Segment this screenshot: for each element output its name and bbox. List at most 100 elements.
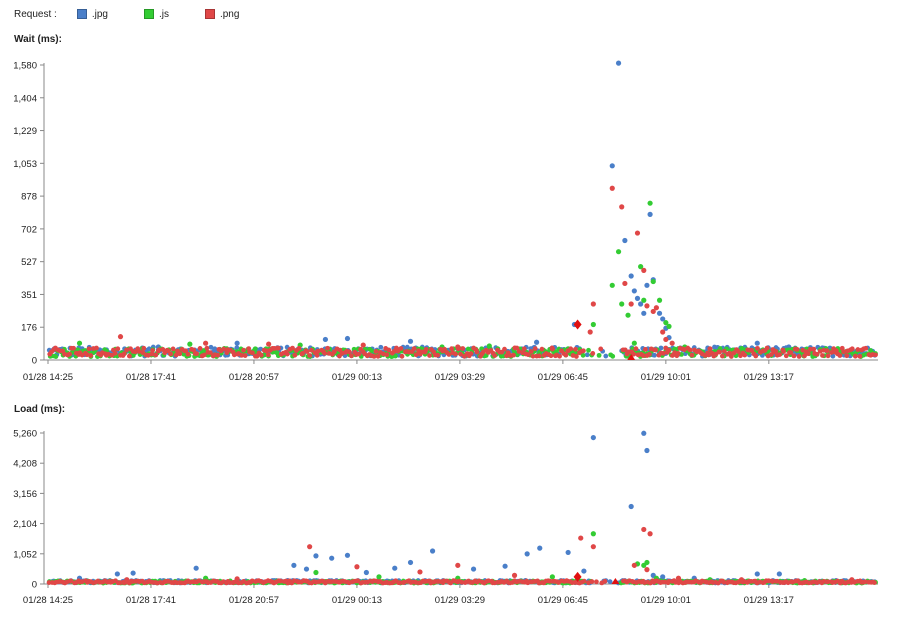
point-png [384, 352, 390, 358]
point-png [276, 345, 281, 351]
point-png [322, 350, 328, 356]
y-tick-label: 351 [21, 290, 37, 301]
point-png [675, 575, 682, 581]
point-js [590, 531, 596, 537]
point-jpg [429, 548, 436, 554]
y-tick-label: 1,053 [13, 159, 37, 170]
point-png [602, 578, 608, 584]
point-png [455, 344, 461, 350]
point-png [71, 345, 77, 351]
point-png [675, 351, 681, 356]
point-js [644, 559, 650, 566]
point-png [455, 562, 461, 568]
point-png [67, 351, 72, 357]
point-png [453, 351, 458, 357]
point-js [549, 574, 555, 580]
point-jpg [641, 430, 647, 436]
point-jpg [631, 288, 637, 294]
point-png [641, 526, 647, 533]
point-jpg [644, 447, 650, 454]
point-png [197, 345, 203, 351]
point-png [423, 346, 429, 352]
point-png [203, 340, 209, 346]
point-jpg [193, 565, 199, 571]
point-png [292, 352, 298, 358]
point-png [468, 351, 474, 356]
point-png [115, 346, 121, 352]
x-tick-label: 01/29 13:17 [744, 372, 794, 383]
point-png [653, 347, 659, 353]
point-png [474, 349, 480, 355]
point-png [873, 352, 878, 358]
point-png [872, 580, 877, 586]
y-tick-label: 5,260 [13, 429, 37, 440]
point-png [755, 345, 760, 351]
point-jpg [291, 562, 297, 568]
point-js [631, 340, 637, 346]
point-png [770, 347, 776, 353]
point-jpg [603, 353, 609, 359]
point-js [619, 301, 625, 307]
point-jpg [615, 60, 622, 66]
point-png [307, 353, 313, 358]
point-jpg [590, 434, 596, 441]
point-jpg [644, 282, 650, 288]
point-png [86, 346, 92, 352]
point-png [628, 301, 634, 307]
point-jpg [656, 310, 663, 316]
x-tick-label: 01/29 10:01 [641, 372, 691, 383]
point-png [399, 353, 405, 359]
point-js [486, 343, 492, 349]
point-png [622, 280, 628, 287]
point-png [348, 353, 354, 359]
point-js [313, 569, 319, 576]
point-png [532, 346, 538, 352]
point-png [360, 342, 366, 348]
point-js [650, 278, 656, 285]
point-png [307, 544, 313, 550]
point-jpg [392, 565, 398, 571]
point-png [258, 352, 264, 358]
point-jpg [609, 163, 615, 169]
point-png [141, 345, 147, 351]
point-jpg [363, 569, 369, 576]
point-png [598, 346, 604, 352]
point-png [811, 346, 817, 352]
point-png [587, 329, 593, 335]
point-png [791, 353, 797, 359]
point-png [150, 348, 155, 353]
point-png [563, 352, 569, 358]
point-jpg [234, 340, 240, 346]
point-png [557, 353, 562, 359]
point-png [204, 345, 210, 351]
x-tick-label: 01/29 13:17 [744, 595, 794, 606]
y-tick-label: 4,208 [13, 459, 37, 470]
x-tick-label: 01/28 17:41 [126, 595, 176, 606]
point-png [841, 349, 847, 355]
point-png [594, 579, 599, 585]
point-png [460, 346, 466, 351]
point-png [502, 346, 507, 352]
point-png [581, 348, 586, 354]
point-png [619, 204, 625, 210]
point-png [796, 354, 802, 359]
point-js [666, 323, 672, 329]
point-png [373, 349, 379, 354]
point-png [590, 301, 596, 307]
point-png [820, 353, 825, 358]
point-png [719, 353, 725, 359]
point-png [117, 334, 124, 340]
point-js [376, 574, 382, 580]
point-png [573, 354, 579, 359]
y-tick-label: 0 [32, 580, 37, 591]
point-png [492, 353, 498, 358]
point-png [633, 346, 639, 352]
point-png [794, 346, 800, 352]
point-png [852, 353, 858, 359]
point-png [653, 305, 659, 311]
point-png [241, 347, 246, 353]
point-jpg [581, 568, 587, 574]
point-png [242, 353, 248, 358]
point-png [590, 544, 596, 550]
point-jpg [776, 571, 782, 577]
